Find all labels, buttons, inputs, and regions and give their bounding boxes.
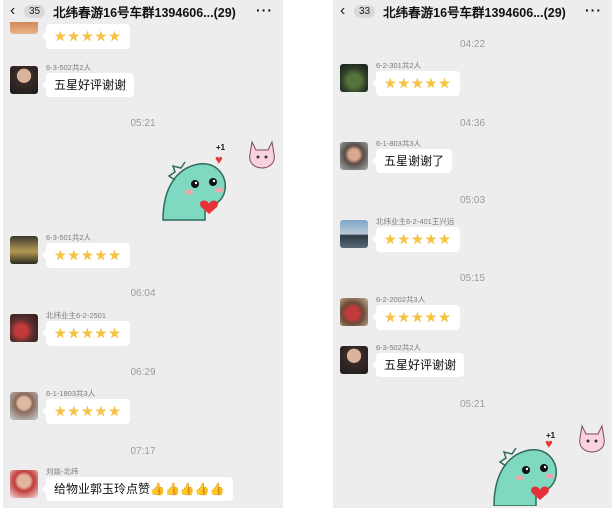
heart-icon: ♥ (215, 152, 223, 167)
rabbit-sticker[interactable] (576, 424, 608, 459)
unread-badge: 33 (354, 4, 376, 18)
message-row: 6-2-301共2人 ★★★★★ (340, 61, 612, 104)
message-bubble[interactable]: 给物业郭玉玲点赞👍👍👍👍👍 (42, 477, 233, 501)
message-row: 北纬业主6-2-401王兴远 ★★★★★ (340, 217, 612, 260)
message-bubble[interactable]: 五星好评谢谢 (41, 73, 135, 97)
star-rating-icons: ★★★★★ (54, 247, 122, 263)
message-bubble[interactable]: 五星好评谢谢 (371, 353, 465, 377)
message-row: 6-2-2002共3人 ★★★★★ (340, 295, 612, 338)
sender-name: 6-2-2002共3人 (376, 295, 426, 304)
sender-name: 6-3-501共2人 (46, 233, 92, 242)
plus-one-label: +1 (216, 143, 226, 152)
timestamp: 06:04 (130, 288, 156, 299)
sender-name: 6-1-803共3人 (376, 139, 422, 148)
message-bubble[interactable]: ★★★★★ (42, 24, 130, 49)
avatar[interactable] (10, 314, 38, 342)
unread-badge: 35 (24, 4, 46, 18)
avatar[interactable] (10, 392, 38, 420)
timestamp: 05:21 (459, 399, 486, 410)
message-bubble[interactable]: ★★★★★ (42, 243, 130, 268)
message-bubble[interactable]: ★★★★★ (372, 227, 460, 252)
chat-panel-left: ‹ 35 北纬春游16号车群1394606...(29) ··· ★★★★★ 6… (3, 0, 283, 508)
message-row: 6-3-502共2人 五星好评谢谢 (10, 63, 283, 106)
more-options-icon[interactable]: ··· (585, 0, 602, 20)
message-row: 6-3-502共2人 五星好评谢谢 (340, 343, 612, 386)
avatar[interactable] (10, 470, 38, 498)
back-chevron-icon[interactable]: ‹ (10, 0, 22, 22)
heart-icon: ♥ (545, 436, 553, 451)
message-row: 刘燚-北纬 给物业郭玉玲点赞👍👍👍👍👍 (10, 467, 283, 508)
chat-panel-right: ‹ 33 北纬春游16号车群1394606...(29) ··· 04:22 6… (333, 0, 612, 508)
chat-header: ‹ 33 北纬春游16号车群1394606...(29) ··· (333, 0, 612, 22)
star-rating-icons: ★★★★★ (384, 75, 452, 91)
message-row: 6-1-1803共3人 ★★★★★ (10, 389, 283, 432)
message-row: 6-3-501共2人 ★★★★★ (10, 233, 283, 276)
avatar[interactable] (340, 220, 368, 248)
message-bubble[interactable]: ★★★★★ (372, 305, 460, 330)
sender-name: 6-3-502共2人 (376, 343, 422, 352)
rabbit-sticker[interactable] (246, 140, 278, 175)
sender-name: 北纬业主6-2-2501 (46, 311, 107, 320)
chat-title: 北纬春游16号车群1394606...(29) (53, 5, 236, 20)
star-rating-icons: ★★★★★ (54, 403, 122, 419)
sender-name: 6-2-301共2人 (376, 61, 422, 70)
message-row: 北纬业主6-2-2501 ★★★★★ (10, 311, 283, 354)
star-rating-icons: ★★★★★ (384, 309, 452, 325)
avatar[interactable] (340, 142, 368, 170)
timestamp: 07:17 (130, 446, 156, 457)
avatar[interactable] (340, 298, 368, 326)
more-options-icon[interactable]: ··· (256, 0, 273, 20)
sender-name: 6-3-502共2人 (46, 63, 92, 72)
message-row: ★★★★★ (10, 14, 283, 62)
chat-header: ‹ 35 北纬春游16号车群1394606...(29) ··· (3, 0, 283, 22)
sender-name: 刘燚-北纬 (46, 467, 79, 476)
avatar[interactable] (10, 66, 38, 94)
timestamp: 06:29 (130, 367, 156, 378)
message-bubble[interactable]: ★★★★★ (42, 399, 130, 424)
sender-name: 6-1-1803共3人 (46, 389, 96, 398)
sender-name: 北纬业主6-2-401王兴远 (376, 217, 455, 226)
avatar[interactable] (340, 346, 368, 374)
timestamp: 05:21 (130, 118, 156, 129)
message-bubble[interactable]: ★★★★★ (42, 321, 130, 346)
back-chevron-icon[interactable]: ‹ (340, 0, 352, 22)
avatar[interactable] (340, 64, 368, 92)
message-row: 6-1-803共3人 五星谢谢了 (340, 139, 612, 182)
star-rating-icons: ★★★★★ (54, 28, 122, 44)
timestamp: 05:03 (459, 195, 486, 206)
timestamp: 05:15 (459, 273, 486, 284)
timestamp: 04:36 (459, 118, 486, 129)
chat-title: 北纬春游16号车群1394606...(29) (383, 5, 566, 20)
timestamp: 04:22 (459, 39, 486, 50)
message-bubble[interactable]: 五星谢谢了 (371, 149, 453, 173)
star-rating-icons: ★★★★★ (384, 231, 452, 247)
message-bubble[interactable]: ★★★★★ (372, 71, 460, 96)
avatar[interactable] (10, 236, 38, 264)
star-rating-icons: ★★★★★ (54, 325, 122, 341)
